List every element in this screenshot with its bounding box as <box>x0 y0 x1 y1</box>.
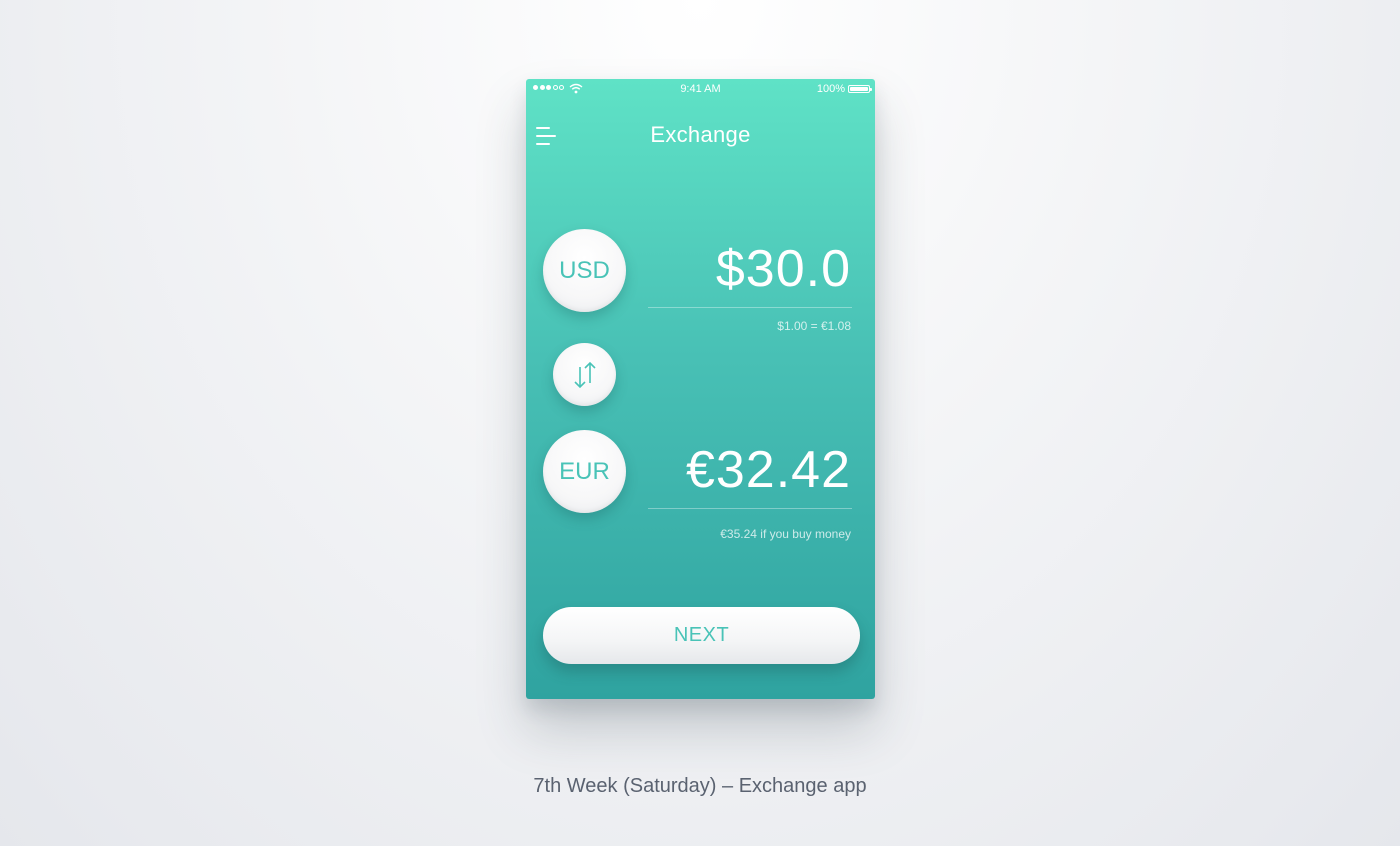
swap-arrows-icon <box>573 361 596 388</box>
currency-from-button[interactable]: USD <box>543 229 626 312</box>
amount-to-divider <box>648 508 852 509</box>
currency-to-button[interactable]: EUR <box>543 430 626 513</box>
amount-from-divider <box>648 307 852 308</box>
battery-icon <box>848 85 872 93</box>
page-caption: 7th Week (Saturday) – Exchange app <box>533 775 867 797</box>
status-bar: 9:41 AM 100% <box>526 79 875 99</box>
currency-from-code: USD <box>559 256 610 284</box>
amount-from-value[interactable]: $30.0 <box>716 239 851 299</box>
battery-percent: 100% <box>816 83 845 95</box>
page-title: Exchange <box>650 122 751 147</box>
swap-currencies-button[interactable] <box>553 343 616 406</box>
exchange-rate: $1.00 = €1.08 <box>777 319 851 333</box>
phone-screen: 9:41 AM 100% Exchange USD $30.0 $1.00 = … <box>526 79 875 699</box>
next-button[interactable]: NEXT <box>543 607 860 664</box>
amount-to-value: €32.42 <box>685 441 851 499</box>
currency-to-code: EUR <box>559 457 610 485</box>
buy-money-note: €35.24 if you buy money <box>720 527 851 541</box>
